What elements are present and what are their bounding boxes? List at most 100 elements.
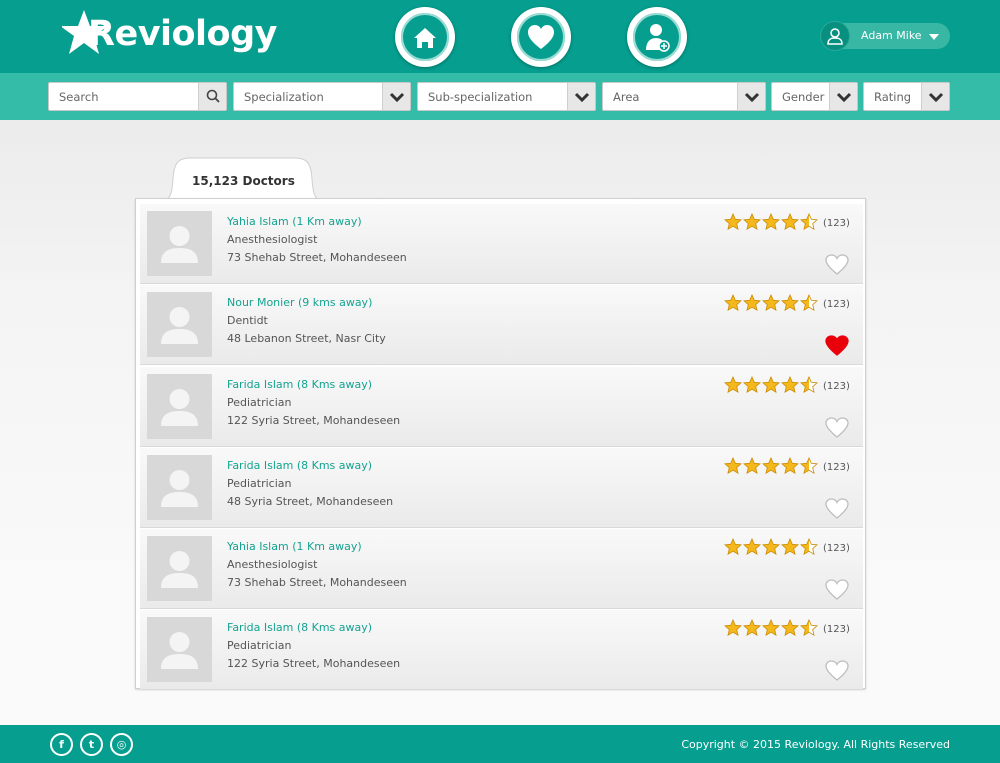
doctor-icon — [646, 24, 670, 52]
doctor-specialty: Dentidt — [227, 314, 268, 327]
rating-stars — [724, 376, 820, 394]
favorite-button[interactable] — [824, 334, 850, 358]
star-icon — [743, 294, 761, 312]
rating-label: Rating — [874, 90, 912, 104]
twitter-link[interactable]: t — [80, 733, 103, 756]
gender-label: Gender — [782, 90, 825, 104]
star-icon — [724, 457, 742, 475]
star-icon — [781, 457, 799, 475]
facebook-link[interactable]: f — [50, 733, 73, 756]
user-avatar — [820, 21, 850, 51]
gender-select[interactable]: Gender — [771, 82, 858, 111]
star-icon — [800, 213, 818, 231]
nav-doctors-button[interactable] — [627, 7, 687, 67]
star-icon — [762, 457, 780, 475]
heart-icon — [528, 25, 554, 49]
doctor-avatar — [147, 617, 212, 682]
star-icon — [743, 619, 761, 637]
heart-icon — [825, 254, 849, 275]
rating-select[interactable]: Rating — [863, 82, 950, 111]
star-icon — [781, 538, 799, 556]
results-tab[interactable]: 15,123 Doctors — [160, 157, 325, 202]
doctor-avatar — [147, 211, 212, 276]
nav-favorites-button[interactable] — [511, 7, 571, 67]
chevron-down-icon — [744, 92, 760, 103]
doctor-row[interactable]: Yahia Islam (1 Km away) Anesthesiologist… — [140, 204, 863, 284]
review-count: (123) — [823, 381, 850, 392]
brand-logo[interactable]: Reviology — [62, 8, 277, 64]
doctor-name[interactable]: Nour Monier (9 kms away) — [227, 296, 372, 309]
heart-icon — [825, 498, 849, 519]
nav-home-button[interactable] — [395, 7, 455, 67]
star-icon — [800, 457, 818, 475]
star-icon — [724, 376, 742, 394]
user-menu[interactable]: Adam Mike — [820, 21, 950, 51]
chevron-down-icon — [836, 92, 852, 103]
area-dropdown-button[interactable] — [737, 83, 765, 110]
search-icon — [206, 89, 220, 103]
favorite-button[interactable] — [824, 578, 850, 602]
rating-stars — [724, 457, 820, 475]
sub-specialization-dropdown-button[interactable] — [567, 83, 595, 110]
doctor-row[interactable]: Farida Islam (8 Kms away) Pediatrician 1… — [140, 610, 863, 690]
star-icon — [743, 457, 761, 475]
doctor-specialty: Anesthesiologist — [227, 558, 318, 571]
instagram-icon: ◎ — [116, 738, 127, 751]
filter-bar: Search Specialization Sub-specialization… — [0, 73, 1000, 120]
results-count: 15,123 Doctors — [192, 174, 295, 188]
heart-icon — [825, 417, 849, 438]
gender-dropdown-button[interactable] — [829, 83, 857, 110]
doctor-row[interactable]: Farida Islam (8 Kms away) Pediatrician 4… — [140, 448, 863, 528]
user-placeholder-icon — [161, 551, 198, 588]
user-placeholder-icon — [161, 470, 198, 507]
star-icon — [781, 376, 799, 394]
doctor-avatar — [147, 455, 212, 520]
heart-icon — [825, 660, 849, 681]
doctor-row[interactable]: Nour Monier (9 kms away) Dentidt 48 Leba… — [140, 285, 863, 365]
user-placeholder-icon — [161, 226, 198, 263]
rating-stars — [724, 294, 820, 312]
rating-dropdown-button[interactable] — [921, 83, 949, 110]
star-icon — [743, 538, 761, 556]
doctor-name[interactable]: Farida Islam (8 Kms away) — [227, 459, 372, 472]
doctor-name[interactable]: Yahia Islam (1 Km away) — [227, 215, 362, 228]
review-count: (123) — [823, 462, 850, 473]
doctor-row[interactable]: Yahia Islam (1 Km away) Anesthesiologist… — [140, 529, 863, 609]
doctor-address: 48 Lebanon Street, Nasr City — [227, 332, 386, 345]
doctor-list: Yahia Islam (1 Km away) Anesthesiologist… — [135, 198, 866, 690]
sub-specialization-select[interactable]: Sub-specialization — [417, 82, 596, 111]
doctor-row[interactable]: Farida Islam (8 Kms away) Pediatrician 1… — [140, 367, 863, 447]
favorite-button[interactable] — [824, 253, 850, 277]
star-icon — [724, 619, 742, 637]
star-icon — [800, 619, 818, 637]
favorite-button[interactable] — [824, 416, 850, 440]
instagram-link[interactable]: ◎ — [110, 733, 133, 756]
doctor-specialty: Anesthesiologist — [227, 233, 318, 246]
star-icon — [781, 213, 799, 231]
brand-name: Reviology — [88, 14, 277, 54]
chevron-down-icon — [929, 34, 939, 40]
doctor-name[interactable]: Farida Islam (8 Kms away) — [227, 378, 372, 391]
favorite-button[interactable] — [824, 497, 850, 521]
doctor-name[interactable]: Yahia Islam (1 Km away) — [227, 540, 362, 553]
star-icon — [762, 619, 780, 637]
chevron-down-icon — [574, 92, 590, 103]
star-icon — [724, 213, 742, 231]
favorite-button[interactable] — [824, 659, 850, 683]
star-icon — [800, 376, 818, 394]
twitter-icon: t — [88, 738, 95, 751]
user-name: Adam Mike — [861, 29, 922, 42]
search-input[interactable]: Search — [48, 82, 227, 111]
star-icon — [781, 294, 799, 312]
specialization-dropdown-button[interactable] — [382, 83, 410, 110]
area-label: Area — [613, 90, 640, 104]
review-count: (123) — [823, 218, 850, 229]
specialization-select[interactable]: Specialization — [233, 82, 411, 111]
star-icon — [762, 294, 780, 312]
user-placeholder-icon — [161, 307, 198, 344]
search-button[interactable] — [198, 83, 226, 110]
specialization-label: Specialization — [244, 90, 324, 104]
doctor-name[interactable]: Farida Islam (8 Kms away) — [227, 621, 372, 634]
area-select[interactable]: Area — [602, 82, 766, 111]
chevron-down-icon — [928, 92, 944, 103]
